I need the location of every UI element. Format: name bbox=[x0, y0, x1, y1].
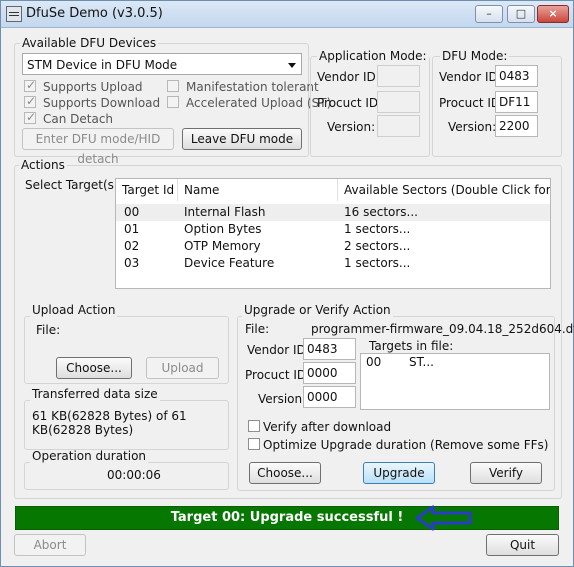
dfuse-demo-window: DfuSe Demo (v3.0.5) – □ × Available DFU … bbox=[0, 0, 574, 567]
close-icon: × bbox=[548, 7, 558, 20]
dropdown-arrow-icon bbox=[288, 63, 296, 68]
target-sectors-cell: 16 sectors... bbox=[344, 205, 418, 219]
upload-action-title: Upload Action bbox=[30, 303, 118, 317]
application-mode-title: Application Mode: bbox=[317, 49, 429, 63]
target-sectors-cell: 1 sectors... bbox=[344, 256, 411, 270]
can-detach-checkbox bbox=[24, 110, 36, 124]
upgrade-verify-title: Upgrade or Verify Action bbox=[242, 303, 393, 317]
maximize-icon: □ bbox=[515, 7, 527, 20]
title-bar: DfuSe Demo (v3.0.5) – □ × bbox=[1, 1, 573, 28]
quit-button[interactable]: Quit bbox=[486, 534, 559, 556]
upgrade-file-value: programmer-firmware_09.04.18_252d604.dfu bbox=[311, 322, 574, 336]
upload-choose-button[interactable]: Choose... bbox=[56, 357, 132, 379]
enter-dfu-mode-button: Enter DFU mode/HID detach bbox=[22, 128, 174, 166]
available-sectors-header[interactable]: Available Sectors (Double Click for more… bbox=[338, 179, 550, 219]
target-name-header[interactable]: Name bbox=[178, 179, 338, 201]
target-id-header[interactable]: Target Id bbox=[116, 179, 178, 201]
supports-download-label: Supports Download bbox=[43, 96, 161, 110]
upgrade-vendor-label: Vendor ID: bbox=[247, 343, 310, 357]
transferred-data-title: Transferred data size bbox=[30, 387, 160, 401]
targets-in-file-list[interactable]: 00 ST... bbox=[360, 353, 550, 410]
supports-upload-label: Supports Upload bbox=[43, 80, 143, 94]
upgrade-vendor-field: 0483 bbox=[303, 338, 356, 360]
selected-device: STM Device in DFU Mode bbox=[27, 58, 178, 72]
optimize-upgrade-label: Optimize Upgrade duration (Remove some F… bbox=[263, 438, 549, 452]
minimize-button[interactable]: – bbox=[475, 5, 503, 23]
upgrade-choose-button[interactable]: Choose... bbox=[249, 462, 321, 484]
dfu-version-field: 2200 bbox=[495, 115, 538, 137]
target-sectors-cell: 2 sectors... bbox=[344, 239, 411, 253]
target-row[interactable]: 02 OTP Memory 2 sectors... bbox=[116, 238, 550, 255]
application-icon bbox=[6, 6, 22, 22]
close-button[interactable]: × bbox=[537, 5, 569, 23]
leave-dfu-mode-button[interactable]: Leave DFU mode bbox=[182, 128, 302, 150]
dfu-product-field: DF11 bbox=[495, 91, 538, 113]
upload-file-label: File: bbox=[36, 323, 61, 337]
left-arrow-icon bbox=[415, 505, 472, 531]
target-id-cell: 02 bbox=[124, 239, 140, 253]
status-bar: Target 00: Upgrade successful ! bbox=[15, 506, 559, 530]
target-name-cell: Option Bytes bbox=[184, 222, 262, 236]
upgrade-product-field: 0000 bbox=[303, 362, 356, 384]
upgrade-version-field: 0000 bbox=[303, 386, 356, 408]
file-target-id: 00 bbox=[366, 355, 382, 369]
target-name-cell: Device Feature bbox=[184, 256, 275, 270]
dfu-vendor-label: Vendor ID: bbox=[439, 70, 502, 84]
minimize-icon: – bbox=[486, 7, 492, 20]
application-version-label: Version: bbox=[327, 120, 376, 134]
target-sectors-cell: 1 sectors... bbox=[344, 222, 411, 236]
actions-title: Actions bbox=[19, 158, 67, 172]
target-name-cell: Internal Flash bbox=[184, 205, 266, 219]
can-detach-label: Can Detach bbox=[43, 112, 114, 126]
status-message: Target 00: Upgrade successful ! bbox=[170, 510, 404, 525]
dfu-vendor-field: 0483 bbox=[495, 65, 538, 87]
target-row[interactable]: 03 Device Feature 1 sectors... bbox=[116, 255, 550, 272]
manifestation-tolerant-label: Manifestation tolerant bbox=[186, 80, 319, 94]
upgrade-product-label: Procuct ID: bbox=[245, 368, 311, 382]
application-vendor-field bbox=[377, 65, 420, 87]
upgrade-file-label: File: bbox=[245, 322, 270, 336]
accelerated-upload-checkbox bbox=[167, 96, 179, 108]
dfu-mode-title: DFU Mode: bbox=[440, 49, 510, 63]
target-row[interactable]: 00 Internal Flash 16 sectors... bbox=[116, 204, 550, 221]
file-target-name: ST... bbox=[409, 355, 434, 369]
verify-button[interactable]: Verify bbox=[470, 462, 542, 484]
target-name-cell: OTP Memory bbox=[184, 239, 261, 253]
window-title: DfuSe Demo (v3.0.5) bbox=[26, 6, 163, 21]
abort-button: Abort bbox=[14, 534, 86, 556]
supports-upload-checkbox bbox=[24, 78, 36, 92]
optimize-upgrade-checkbox[interactable] bbox=[248, 438, 260, 450]
device-select[interactable]: STM Device in DFU Mode bbox=[22, 53, 302, 75]
available-devices-title: Available DFU Devices bbox=[20, 36, 159, 50]
target-row[interactable]: 01 Option Bytes 1 sectors... bbox=[116, 221, 550, 238]
operation-duration-value: 00:00:06 bbox=[107, 468, 161, 482]
dfu-version-label: Version: bbox=[448, 120, 497, 134]
manifestation-tolerant-checkbox bbox=[167, 80, 179, 92]
application-version-field bbox=[377, 115, 420, 137]
target-id-cell: 00 bbox=[124, 205, 140, 219]
application-product-field bbox=[377, 91, 420, 113]
transferred-data-text: 61 KB(62828 Bytes) of 61 KB(62828 Bytes) bbox=[32, 409, 187, 437]
operation-duration-title: Operation duration bbox=[30, 449, 149, 463]
application-vendor-label: Vendor ID: bbox=[317, 70, 380, 84]
upgrade-button[interactable]: Upgrade bbox=[363, 462, 435, 484]
maximize-button[interactable]: □ bbox=[507, 5, 535, 23]
upgrade-version-label: Version: bbox=[258, 392, 307, 406]
supports-download-checkbox bbox=[24, 94, 36, 108]
target-id-cell: 01 bbox=[124, 222, 140, 236]
application-product-label: Procuct ID: bbox=[317, 96, 383, 110]
target-id-cell: 03 bbox=[124, 256, 140, 270]
upload-button: Upload bbox=[146, 357, 219, 379]
targets-table[interactable]: Target Id Name Available Sectors (Double… bbox=[115, 178, 551, 289]
verify-after-download-checkbox[interactable] bbox=[248, 420, 260, 432]
select-targets-label: Select Target(s): bbox=[25, 178, 123, 192]
verify-after-download-label: Verify after download bbox=[263, 420, 392, 434]
targets-in-file-label: Targets in file: bbox=[369, 339, 454, 353]
